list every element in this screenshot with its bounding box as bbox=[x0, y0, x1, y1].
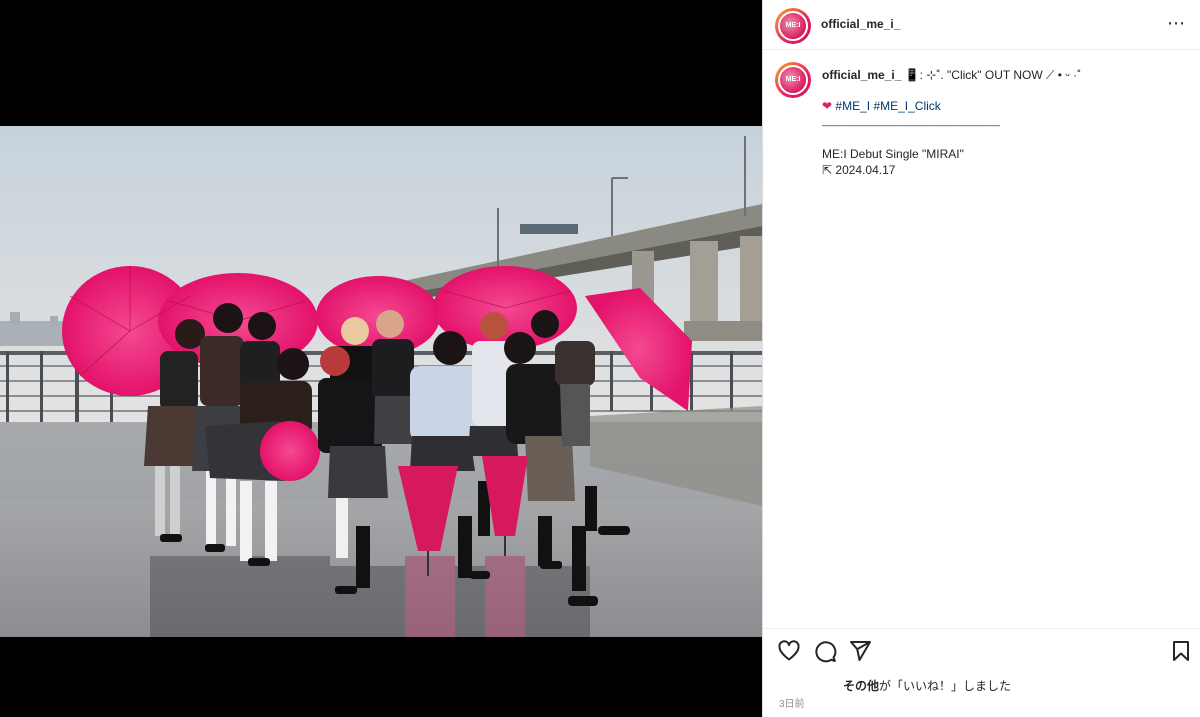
likes-summary: その他が「いいね！」しました bbox=[843, 677, 1011, 694]
comment-icon[interactable] bbox=[813, 639, 837, 663]
caption-debut-line: ME:I Debut Single "MIRAI" bbox=[822, 147, 964, 161]
red-heart-icon: ❤ bbox=[822, 99, 833, 113]
header-username[interactable]: official_me_i_ bbox=[821, 17, 900, 31]
caption-hashtags: ❤ #ME_I #ME_I_Click bbox=[822, 99, 941, 113]
bookmark-icon[interactable] bbox=[1169, 639, 1193, 663]
caption-avatar-text: ME:I bbox=[785, 76, 801, 83]
likes-others-link[interactable]: その他 bbox=[843, 679, 879, 693]
caption-date-line: ⇱ 2024.04.17 bbox=[822, 163, 896, 177]
hashtag-me-i[interactable]: #ME_I bbox=[835, 99, 870, 113]
caption-avatar[interactable]: ME:I bbox=[775, 62, 811, 98]
more-icon[interactable]: ⋯ bbox=[1167, 14, 1186, 32]
post-header: ME:I official_me_i_ ⋯ bbox=[763, 0, 1200, 50]
avatar[interactable]: ME:I bbox=[775, 8, 811, 44]
caption-username[interactable]: official_me_i_ bbox=[822, 68, 901, 82]
post-timestamp[interactable]: 3日前 bbox=[779, 695, 805, 710]
post-media[interactable] bbox=[0, 0, 762, 717]
caption-line1: 📱: ⊹˚. "Click" OUT NOW ⟋ • ᵕ ·˚ bbox=[904, 68, 1082, 82]
action-bar: その他が「いいね！」しました 3日前 bbox=[763, 628, 1200, 717]
avatar-text: ME:I bbox=[785, 22, 801, 29]
likes-text: が「いいね！」しました bbox=[879, 679, 1012, 693]
post-sidebar: ME:I official_me_i_ ⋯ ME:I official_me_i… bbox=[762, 0, 1200, 717]
caption-divider: ________________________________ bbox=[822, 116, 1000, 127]
share-icon[interactable] bbox=[848, 639, 872, 663]
caption-first-line: official_me_i_ 📱: ⊹˚. "Click" OUT NOW ⟋ … bbox=[822, 68, 1081, 83]
heart-icon[interactable] bbox=[777, 639, 801, 663]
group-photo bbox=[0, 126, 762, 637]
hashtag-me-i-click[interactable]: #ME_I_Click bbox=[873, 99, 940, 113]
